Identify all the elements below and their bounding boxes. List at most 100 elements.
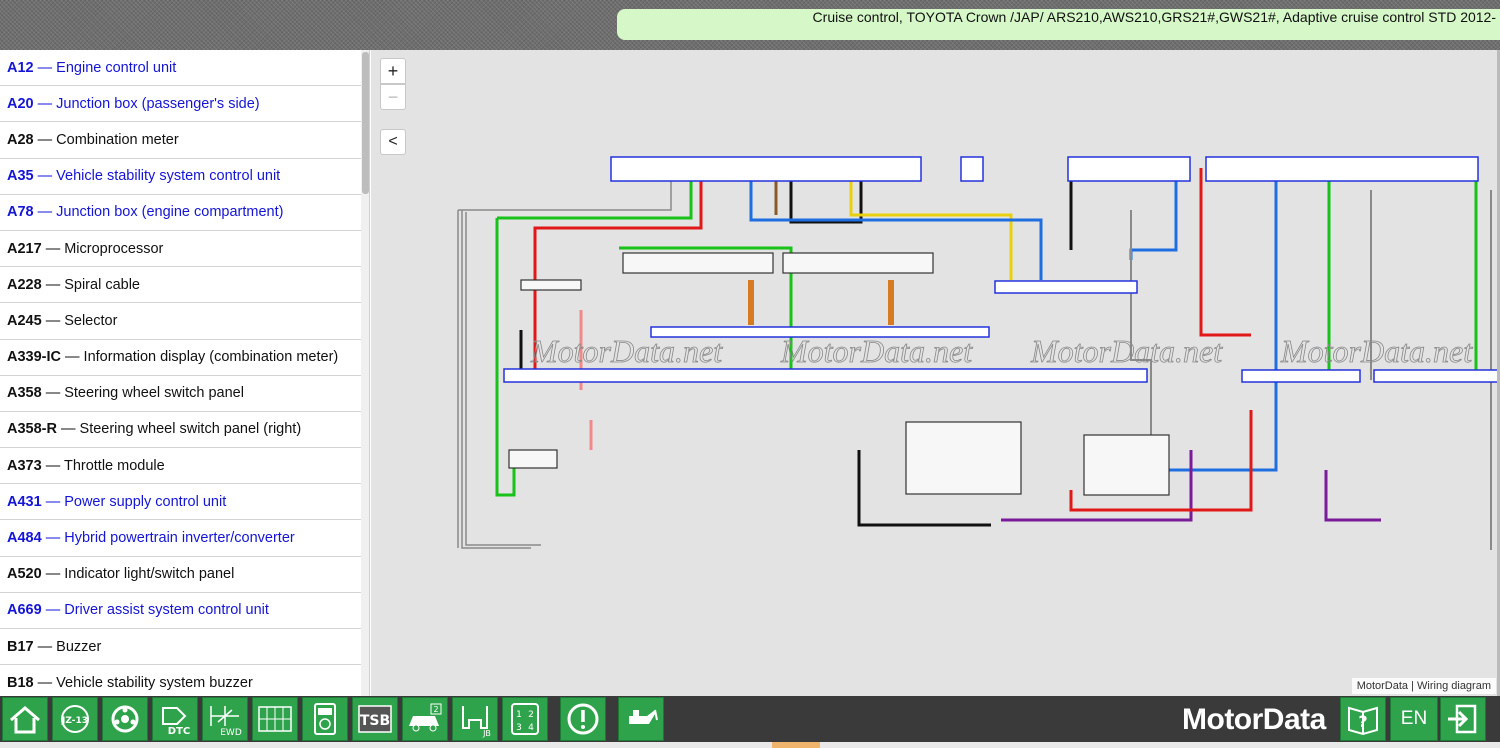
tsb-button[interactable]: TSB [352,697,398,741]
component-code: A20 [7,95,34,112]
connector-pinout-button[interactable]: 1234 [502,697,548,741]
svg-text:JZ-13: JZ-13 [61,716,88,726]
component-code: A339-IC [7,349,61,366]
component-item-a35[interactable]: A35 — Vehicle stability system control u… [0,159,361,195]
component-code: A217 [7,240,42,257]
component-code: B18 [7,674,34,691]
component-code: A358 [7,385,42,402]
component-list: A12 — Engine control unit A20 — Junction … [0,50,370,696]
ewd-icon: EWD [210,706,242,738]
book-question-icon: ? [1348,706,1378,736]
junction-block-button[interactable]: JB [452,697,498,741]
component-item-b17[interactable]: B17 — Buzzer [0,629,361,666]
attribution-brand: MotorData [1356,680,1409,692]
component-item-a520[interactable]: A520 — Indicator light/switch panel [0,557,361,593]
svg-text:MotorData.net: MotorData.net [780,333,973,369]
oil-can-icon [629,709,658,724]
home-button[interactable] [2,697,48,741]
component-description: — Buzzer [33,638,102,655]
wiring-diagram-viewport[interactable]: MotorData.net MotorData.net MotorData.ne… [371,50,1500,696]
component-code: A358-R [7,421,57,438]
component-description: — Information display (combination meter… [61,349,339,366]
component-description: — Spiral cable [41,276,140,293]
multimeter-button[interactable] [302,697,348,741]
oil-can-button[interactable] [618,697,664,741]
component-code: A78 [7,204,34,221]
brand-logo: MotorData [1182,703,1326,736]
component-item-a228[interactable]: A228 — Spiral cable [0,267,361,304]
component-item-a12[interactable]: A12 — Engine control unit [0,50,361,87]
car-service-button[interactable]: 2 [402,697,448,741]
component-description: — Power supply control unit [41,493,227,510]
exit-icon [1448,704,1477,734]
component-item-a78[interactable]: A78 — Junction box (engine compartment) [0,195,361,231]
component-item-a358[interactable]: A358 — Steering wheel switch panel [0,376,361,412]
component-list-items: A12 — Engine control unit A20 — Junction … [0,50,369,696]
attribution: MotorData | Wiring diagram [1351,678,1496,694]
svg-text:JB: JB [482,729,491,738]
warning-button[interactable] [560,697,606,741]
svg-text:TSB: TSB [360,713,390,729]
page-title: Cruise control, TOYOTA Crown /JAP/ ARS21… [812,9,1496,25]
zoom-out-button[interactable]: − [380,84,406,110]
language-button[interactable]: EN [1390,697,1438,741]
component-description: — Selector [41,312,118,329]
component-description: — Microprocessor [41,240,164,257]
exit-button[interactable] [1440,697,1486,741]
component-item-a431[interactable]: A431 — Power supply control unit [0,484,361,521]
component-item-a669[interactable]: A669 — Driver assist system control unit [0,593,361,629]
toolbar-active-marker [772,742,820,748]
car-model-button[interactable]: JZ-13 [52,697,98,741]
component-code: B17 [7,638,34,655]
component-code: A431 [7,493,42,510]
fuse-table-button[interactable] [252,697,298,741]
svg-text:2: 2 [528,710,534,720]
component-description: — Engine control unit [33,59,177,76]
component-code: A484 [7,530,42,547]
zoom-in-button[interactable]: + [380,58,406,84]
tsb-icon: TSB [358,705,392,733]
component-item-a358-r[interactable]: A358-R — Steering wheel switch panel (ri… [0,412,361,449]
connector-pinout-icon: 1 23 4 [511,703,539,735]
ewd-button[interactable]: EWD [202,697,248,741]
svg-text:MotorData.net: MotorData.net [1030,333,1223,369]
component-item-b18[interactable]: B18 — Vehicle stability system buzzer [0,665,361,696]
svg-text:?: ? [1358,712,1367,731]
component-description: — Driver assist system control unit [41,602,269,619]
component-item-a245[interactable]: A245 — Selector [0,303,361,340]
component-item-a484[interactable]: A484 — Hybrid powertrain inverter/conver… [0,520,361,557]
component-code: A669 [7,602,42,619]
svg-text:3: 3 [516,723,522,733]
svg-text:1: 1 [516,710,522,720]
attribution-view: Wiring diagram [1417,680,1491,692]
component-item-a373[interactable]: A373 — Throttle module [0,448,361,485]
component-code: A373 [7,457,42,474]
component-description: — Indicator light/switch panel [41,566,235,583]
component-item-a20[interactable]: A20 — Junction box (passenger's side) [0,86,361,123]
sidebar-scrollbar[interactable] [361,50,369,696]
component-code: A520 [7,566,42,583]
component-item-a28[interactable]: A28 — Combination meter [0,122,361,159]
sidebar-scrollbar-thumb[interactable] [362,52,369,194]
dtc-icon: DTC [162,707,190,737]
warning-icon [567,703,599,735]
component-item-a217[interactable]: A217 — Microprocessor [0,231,361,268]
gear-button[interactable] [102,697,148,741]
svg-text:EWD: EWD [220,728,242,738]
svg-text:MotorData.net: MotorData.net [1280,333,1473,369]
car-model-icon: JZ-13 [61,705,89,733]
component-description: — Junction box (passenger's side) [33,95,260,112]
home-icon [10,706,40,734]
gear-icon [111,705,139,733]
multimeter-icon [314,703,336,735]
help-button[interactable]: ? [1340,697,1386,741]
collapse-sidebar-button[interactable]: < [380,129,406,155]
component-code: A28 [7,131,34,148]
toolbar-bottom-strip [0,742,1500,748]
component-description: — Throttle module [41,457,165,474]
attribution-separator: | [1408,680,1418,692]
component-description: — Vehicle stability system control unit [33,168,281,185]
dtc-button[interactable]: DTC [152,697,198,741]
component-item-a339-ic[interactable]: A339-IC — Information display (combinati… [0,340,361,376]
svg-text:2: 2 [433,705,438,714]
